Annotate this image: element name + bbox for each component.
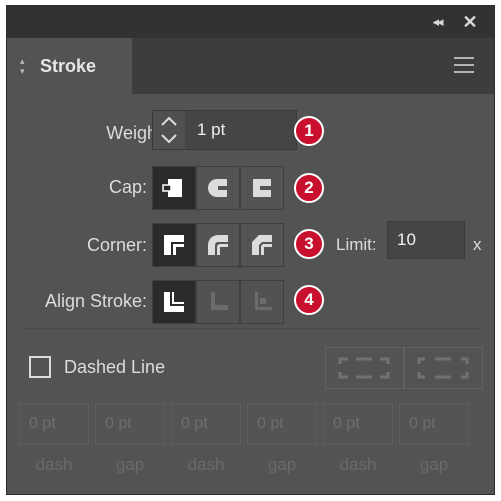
align-outside-button[interactable] bbox=[240, 280, 284, 324]
section-divider bbox=[23, 328, 483, 329]
tab-strip: ▴ ▾ Stroke bbox=[7, 38, 494, 94]
dash-label-3: dash bbox=[339, 455, 377, 474]
weight-field: 1 pt bbox=[152, 110, 297, 150]
dashed-line-checkbox[interactable] bbox=[29, 356, 51, 378]
weight-label: Weight: bbox=[106, 123, 167, 143]
panel-menu-icon[interactable] bbox=[454, 57, 474, 73]
round-join-button[interactable] bbox=[196, 223, 240, 267]
tab-stroke[interactable]: ▴ ▾ Stroke bbox=[7, 38, 132, 94]
dashed-line-label: Dashed Line bbox=[64, 357, 166, 377]
callout-badge-4: 4 bbox=[294, 285, 324, 315]
butt-cap-icon bbox=[162, 179, 182, 197]
align-stroke-label: Align Stroke: bbox=[44, 291, 147, 311]
stroke-panel: ◂◂ ✕ ▴ ▾ Stroke Weight: 1 pt 1 Cap: 2 Co… bbox=[6, 5, 495, 495]
panel-title-bar: ◂◂ ✕ bbox=[7, 6, 494, 38]
align-center-icon bbox=[164, 292, 184, 312]
miter-limit-input[interactable]: 10 bbox=[387, 221, 465, 259]
align-inside-icon bbox=[211, 292, 228, 310]
align-center-button[interactable] bbox=[152, 280, 196, 324]
dash-input-2[interactable]: 0 pt bbox=[171, 403, 241, 445]
callout-badge-3: 3 bbox=[294, 229, 324, 259]
weight-stepper[interactable] bbox=[153, 111, 186, 149]
align-inside-button[interactable] bbox=[196, 280, 240, 324]
chevron-up-icon bbox=[161, 116, 177, 126]
tab-label: Stroke bbox=[40, 56, 97, 76]
dash-input-1[interactable]: 0 pt bbox=[19, 403, 89, 445]
dash-align-icon bbox=[417, 357, 469, 379]
preserve-dash-button[interactable] bbox=[325, 347, 404, 389]
align-outside-icon bbox=[255, 292, 272, 310]
projecting-cap-button[interactable] bbox=[240, 166, 284, 210]
gap-label-1: gap bbox=[115, 455, 145, 474]
dash-input-3[interactable]: 0 pt bbox=[323, 403, 393, 445]
callout-badge-1: 1 bbox=[294, 116, 324, 146]
bevel-join-button[interactable] bbox=[240, 223, 284, 267]
limit-label: Limit: bbox=[336, 235, 377, 254]
dash-label-2: dash bbox=[187, 455, 225, 474]
miter-join-icon bbox=[164, 235, 184, 255]
limit-unit: x bbox=[473, 235, 482, 254]
dash-label-1: dash bbox=[35, 455, 73, 474]
gap-input-1[interactable]: 0 pt bbox=[95, 403, 165, 445]
miter-join-button[interactable] bbox=[152, 223, 196, 267]
tab-options-icon[interactable]: ▴ ▾ bbox=[20, 56, 25, 76]
align-stroke-button-group bbox=[152, 280, 284, 324]
bevel-join-icon bbox=[252, 235, 272, 255]
butt-cap-button[interactable] bbox=[152, 166, 196, 210]
corner-button-group bbox=[152, 223, 284, 267]
gap-input-3[interactable]: 0 pt bbox=[399, 403, 469, 445]
collapse-icon[interactable]: ◂◂ bbox=[425, 11, 449, 33]
gap-input-2[interactable]: 0 pt bbox=[247, 403, 317, 445]
round-cap-icon bbox=[208, 179, 227, 197]
round-cap-button[interactable] bbox=[196, 166, 240, 210]
cap-button-group bbox=[152, 166, 284, 210]
round-join-icon bbox=[208, 235, 228, 255]
weight-input[interactable]: 1 pt bbox=[185, 111, 296, 149]
dash-corner-icon bbox=[338, 357, 390, 379]
chevron-down-icon bbox=[161, 134, 177, 144]
gap-label-3: gap bbox=[419, 455, 449, 474]
callout-badge-2: 2 bbox=[294, 173, 324, 203]
projecting-cap-icon bbox=[253, 179, 271, 197]
corner-label: Corner: bbox=[86, 235, 147, 255]
align-dash-button[interactable] bbox=[404, 347, 483, 389]
cap-label: Cap: bbox=[108, 177, 147, 197]
close-icon[interactable]: ✕ bbox=[457, 11, 483, 33]
gap-label-2: gap bbox=[267, 455, 297, 474]
